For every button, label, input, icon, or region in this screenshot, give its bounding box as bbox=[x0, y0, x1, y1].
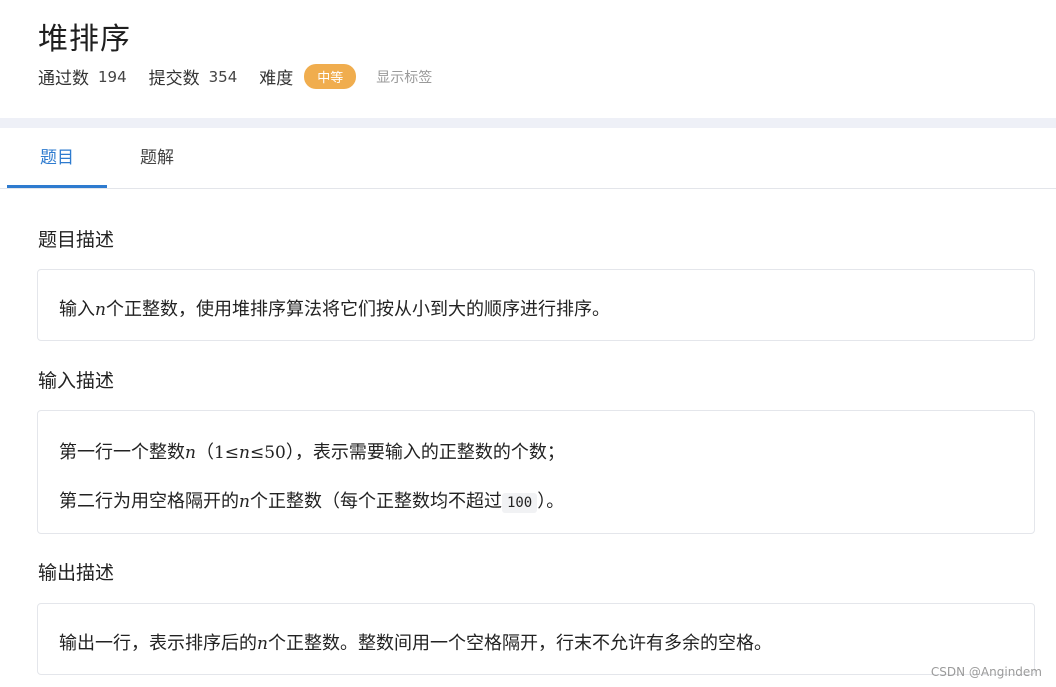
math-symbol: ≤ bbox=[224, 443, 240, 463]
submit-count: 354 bbox=[208, 67, 238, 86]
text-segment: （ bbox=[195, 442, 214, 463]
pass-count: 194 bbox=[98, 67, 127, 86]
text-segment: ），表示需要输入的正整数的个数； bbox=[285, 442, 565, 463]
description-heading: 题目描述 bbox=[38, 229, 115, 251]
math-symbol: ≤ bbox=[249, 443, 265, 463]
math-number: 50 bbox=[264, 443, 286, 463]
math-var-n: n bbox=[239, 492, 250, 512]
text-segment: ）。 bbox=[537, 491, 565, 512]
tab-bar: 题目 题解 bbox=[0, 128, 1056, 189]
page-title: 堆排序 bbox=[38, 22, 131, 57]
input-box: 第一行一个整数n（1≤n≤50），表示需要输入的正整数的个数； 第二行为用空格隔… bbox=[37, 410, 1035, 534]
output-text: 输出一行，表示排序后的n个正整数。整数间用一个空格隔开，行末不允许有多余的空格。 bbox=[59, 629, 772, 655]
pass-label: 通过数 bbox=[38, 69, 89, 89]
submit-label: 提交数 bbox=[148, 69, 200, 89]
text-segment: 个正整数。整数间用一个空格隔开，行末不允许有多余的空格。 bbox=[267, 633, 772, 654]
output-heading: 输出描述 bbox=[38, 562, 115, 584]
description-text: 输入n个正整数，使用堆排序算法将它们按从小到大的顺序进行排序。 bbox=[59, 295, 610, 321]
difficulty-label: 难度 bbox=[259, 69, 294, 89]
math-var-n: n bbox=[185, 443, 196, 463]
text-segment: 个正整数（每个正整数均不超过 bbox=[249, 491, 502, 512]
inline-code: 100 bbox=[501, 493, 538, 513]
text-segment: 第一行一个整数 bbox=[59, 442, 185, 463]
problem-meta: 通过数 194 提交数 354 难度 中等 显示标签 bbox=[38, 64, 432, 89]
watermark: CSDN @Angindem bbox=[930, 665, 1042, 679]
text-segment: 第二行为用空格隔开的 bbox=[59, 491, 239, 512]
show-tags-link[interactable]: 显示标签 bbox=[376, 67, 432, 87]
text-segment: 输出一行，表示排序后的 bbox=[59, 633, 257, 654]
difficulty-badge: 中等 bbox=[304, 64, 357, 89]
input-heading: 输入描述 bbox=[38, 370, 115, 392]
math-number: 1 bbox=[213, 443, 225, 463]
math-var-n: n bbox=[257, 634, 268, 654]
input-line-1: 第一行一个整数n（1≤n≤50），表示需要输入的正整数的个数； bbox=[59, 438, 565, 464]
tab-solutions[interactable]: 题解 bbox=[107, 128, 207, 186]
description-box: 输入n个正整数，使用堆排序算法将它们按从小到大的顺序进行排序。 bbox=[37, 269, 1035, 341]
math-var-n: n bbox=[239, 443, 250, 463]
text-segment: 输入 bbox=[59, 299, 95, 320]
output-box: 输出一行，表示排序后的n个正整数。整数间用一个空格隔开，行末不允许有多余的空格。 bbox=[37, 603, 1035, 675]
header-separator bbox=[0, 118, 1056, 128]
text-segment: 个正整数，使用堆排序算法将它们按从小到大的顺序进行排序。 bbox=[105, 299, 610, 320]
math-var-n: n bbox=[95, 300, 106, 320]
problem-header: 堆排序 通过数 194 提交数 354 难度 中等 显示标签 bbox=[0, 0, 1056, 118]
input-line-2: 第二行为用空格隔开的n个正整数（每个正整数均不超过 100）。 bbox=[59, 487, 564, 513]
tab-problem[interactable]: 题目 bbox=[7, 128, 107, 188]
